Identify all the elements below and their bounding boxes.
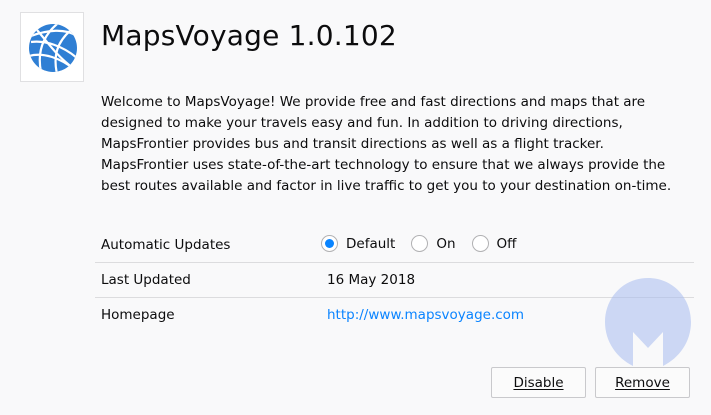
radio-default-label[interactable]: Default	[346, 236, 395, 252]
homepage-label: Homepage	[101, 307, 175, 323]
globe-icon	[29, 24, 77, 72]
automatic-updates-row: Automatic Updates Default On Off	[95, 228, 694, 263]
disable-button[interactable]: Disable	[491, 367, 586, 398]
update-option-on[interactable]: On	[411, 235, 456, 252]
update-option-off[interactable]: Off	[471, 235, 517, 252]
last-updated-value: 16 May 2018	[327, 272, 416, 288]
malwarebytes-logo-watermark	[605, 278, 691, 366]
radio-off[interactable]	[471, 235, 489, 252]
radio-off-label[interactable]: Off	[497, 236, 517, 252]
radio-default[interactable]	[321, 235, 338, 252]
addon-icon-frame	[20, 12, 84, 82]
update-option-default[interactable]: Default	[321, 235, 395, 252]
automatic-updates-radio-group: Default On Off	[321, 235, 532, 252]
radio-on-label[interactable]: On	[436, 236, 455, 252]
homepage-link[interactable]: http://www.mapsvoyage.com	[327, 307, 524, 323]
remove-button[interactable]: Remove	[595, 367, 690, 398]
automatic-updates-label: Automatic Updates	[101, 237, 231, 253]
last-updated-label: Last Updated	[101, 272, 191, 288]
addon-description: Welcome to MapsVoyage! We provide free a…	[101, 94, 672, 194]
radio-on[interactable]	[411, 235, 429, 252]
addon-title: MapsVoyage 1.0.102	[101, 19, 397, 52]
